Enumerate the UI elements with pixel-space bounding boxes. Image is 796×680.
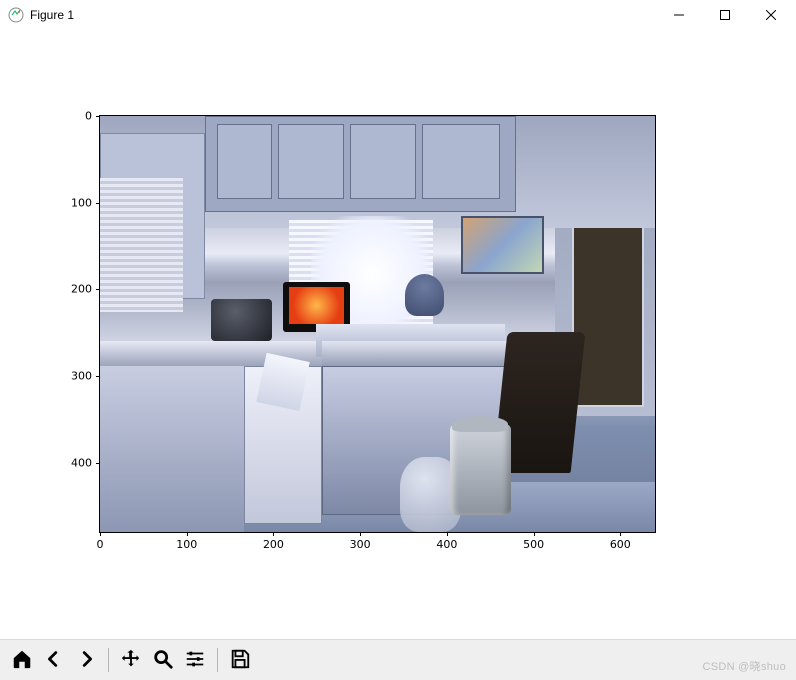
maximize-button[interactable] [702, 0, 748, 30]
axes-image [100, 116, 655, 532]
xtick-label: 300 [350, 538, 371, 551]
save-button[interactable] [224, 644, 256, 676]
configure-button[interactable] [179, 644, 211, 676]
window-titlebar: Figure 1 [0, 0, 796, 30]
ytick-label: 200 [71, 283, 92, 296]
sliders-icon [184, 648, 206, 673]
xtick-label: 500 [523, 538, 544, 551]
toolbar-separator [108, 648, 109, 672]
xtick-label: 200 [263, 538, 284, 551]
ytick-label: 400 [71, 456, 92, 469]
arrow-left-icon [43, 648, 65, 673]
xtick-label: 100 [176, 538, 197, 551]
minimize-button[interactable] [656, 0, 702, 30]
matplotlib-toolbar: CSDN @晓shuo [0, 639, 796, 680]
close-button[interactable] [748, 0, 794, 30]
home-icon [11, 648, 33, 673]
watermark-text: CSDN @晓shuo [702, 658, 786, 674]
ytick-label: 300 [71, 370, 92, 383]
zoom-button[interactable] [147, 644, 179, 676]
move-icon [120, 648, 142, 673]
xtick-label: 400 [436, 538, 457, 551]
window-title: Figure 1 [30, 8, 74, 22]
forward-button[interactable] [70, 644, 102, 676]
arrow-right-icon [75, 648, 97, 673]
toolbar-separator [217, 648, 218, 672]
ytick-label: 100 [71, 196, 92, 209]
back-button[interactable] [38, 644, 70, 676]
save-icon [229, 648, 251, 673]
xtick-label: 600 [610, 538, 631, 551]
app-icon [8, 7, 24, 23]
pan-button[interactable] [115, 644, 147, 676]
xtick-label: 0 [97, 538, 104, 551]
magnifier-icon [152, 648, 174, 673]
ytick-label: 0 [85, 110, 92, 123]
image-axes: 0100200300400 0100200300400500600 [99, 115, 656, 533]
home-button[interactable] [6, 644, 38, 676]
figure-canvas[interactable]: 0 100 200 300 400 0 100 200 300 400 500 600 [0, 30, 796, 640]
